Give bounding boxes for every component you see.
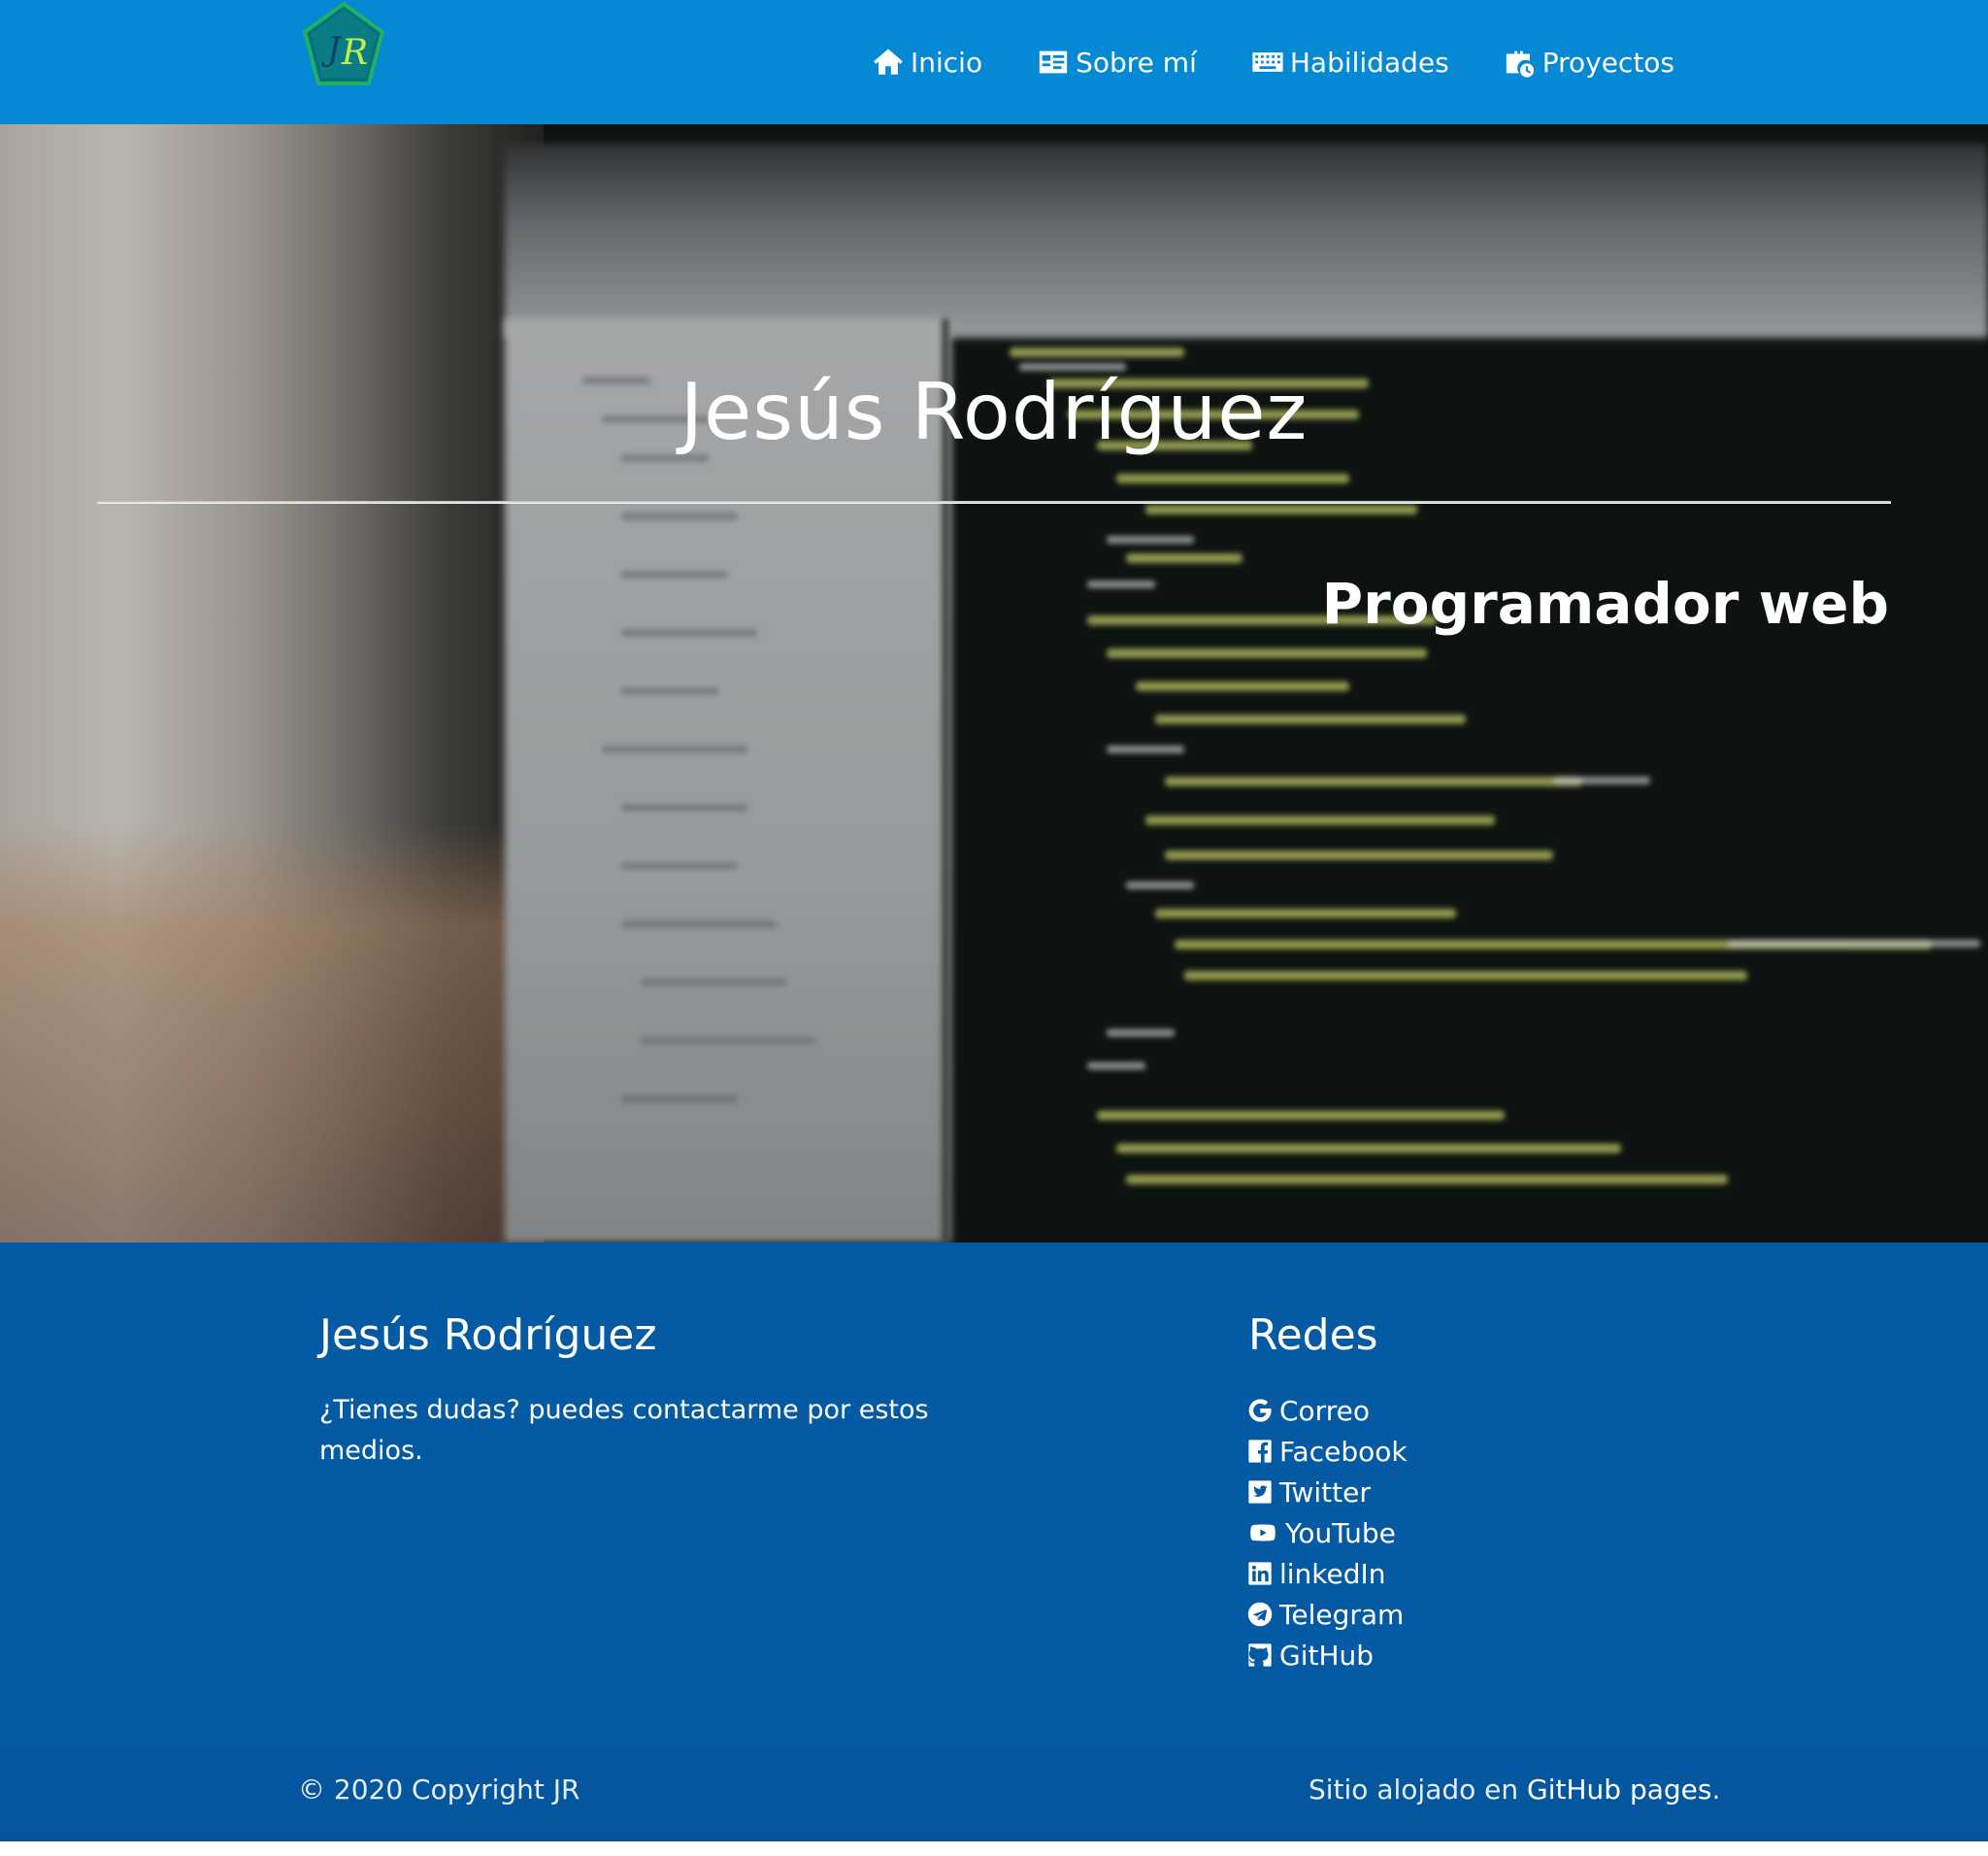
social-link-twitter[interactable]: Twitter [1246,1472,1408,1512]
social-link-correo[interactable]: Correo [1246,1390,1408,1431]
social-link-label: Twitter [1279,1475,1371,1508]
site-logo[interactable]: J R [301,0,386,89]
github-icon [1247,1643,1272,1667]
social-link-label: linkedIn [1279,1557,1386,1590]
hero-title: Jesús Rodríguez [679,367,1309,457]
social-link-label: YouTube [1285,1516,1396,1549]
hero-overlay [0,124,1988,1243]
keyboard-icon [1252,52,1283,72]
hero-section: Jesús Rodríguez Programador web [0,124,1988,1243]
nav-item-proyectos[interactable]: Proyectos [1504,46,1674,79]
footer-about-text: ¿Tienes dudas? puedes contactarme por es… [319,1395,929,1466]
social-link-linkedin[interactable]: linkedIn [1246,1553,1408,1594]
footer: Jesús Rodríguez ¿Tienes dudas? puedes co… [0,1243,1988,1841]
social-link-label: GitHub [1279,1639,1375,1672]
nav-item-label: Proyectos [1541,46,1675,79]
linkedin-icon [1248,1562,1272,1585]
logo-jr-icon: J R [302,1,385,85]
nav-item-sobre-mi[interactable]: Sobre mí [1037,46,1197,79]
main-nav: Inicio Sobre mí Habilidades Proyectos [872,0,1674,124]
twitter-icon [1248,1480,1272,1504]
social-link-label: Telegram [1279,1598,1405,1631]
social-links-list: Correo Facebook Twitter YouTube linkedIn… [1246,1390,1408,1675]
social-link-youtube[interactable]: YouTube [1246,1512,1408,1553]
facebook-icon [1248,1440,1272,1463]
navbar: J R Inicio Sobre mí Habilidades Proyecto… [0,0,1988,124]
social-link-github[interactable]: GitHub [1246,1635,1408,1675]
nav-item-inicio[interactable]: Inicio [872,46,982,79]
google-icon [1248,1399,1272,1422]
nav-item-label: Sobre mí [1076,46,1197,79]
briefcase-clock-icon [1506,50,1534,78]
telegram-icon [1247,1602,1273,1627]
hosting-note-suffix: . [1711,1773,1721,1806]
nav-item-label: Inicio [911,46,983,79]
svg-text:R: R [341,33,368,73]
footer-about-title: Jesús Rodríguez [319,1310,657,1360]
footer-social-title: Redes [1248,1310,1378,1360]
youtube-icon [1250,1524,1276,1541]
hero-subtitle: Programador web [1321,571,1889,637]
social-link-label: Correo [1279,1394,1370,1427]
copyright-text: © 2020 Copyright JR [298,1773,580,1806]
id-card-icon [1039,50,1068,74]
social-link-facebook[interactable]: Facebook [1246,1431,1408,1472]
social-link-telegram[interactable]: Telegram [1246,1594,1408,1635]
social-link-label: Facebook [1279,1435,1408,1468]
hero-divider [97,501,1891,504]
nav-item-habilidades[interactable]: Habilidades [1251,46,1449,79]
github-pages-link[interactable]: GitHub pages [1527,1773,1711,1806]
nav-item-label: Habilidades [1289,46,1449,79]
home-icon [874,49,903,75]
hosting-note: Sitio alojado en GitHub pages. [1309,1773,1720,1806]
hosting-note-prefix: Sitio alojado en [1309,1773,1519,1806]
